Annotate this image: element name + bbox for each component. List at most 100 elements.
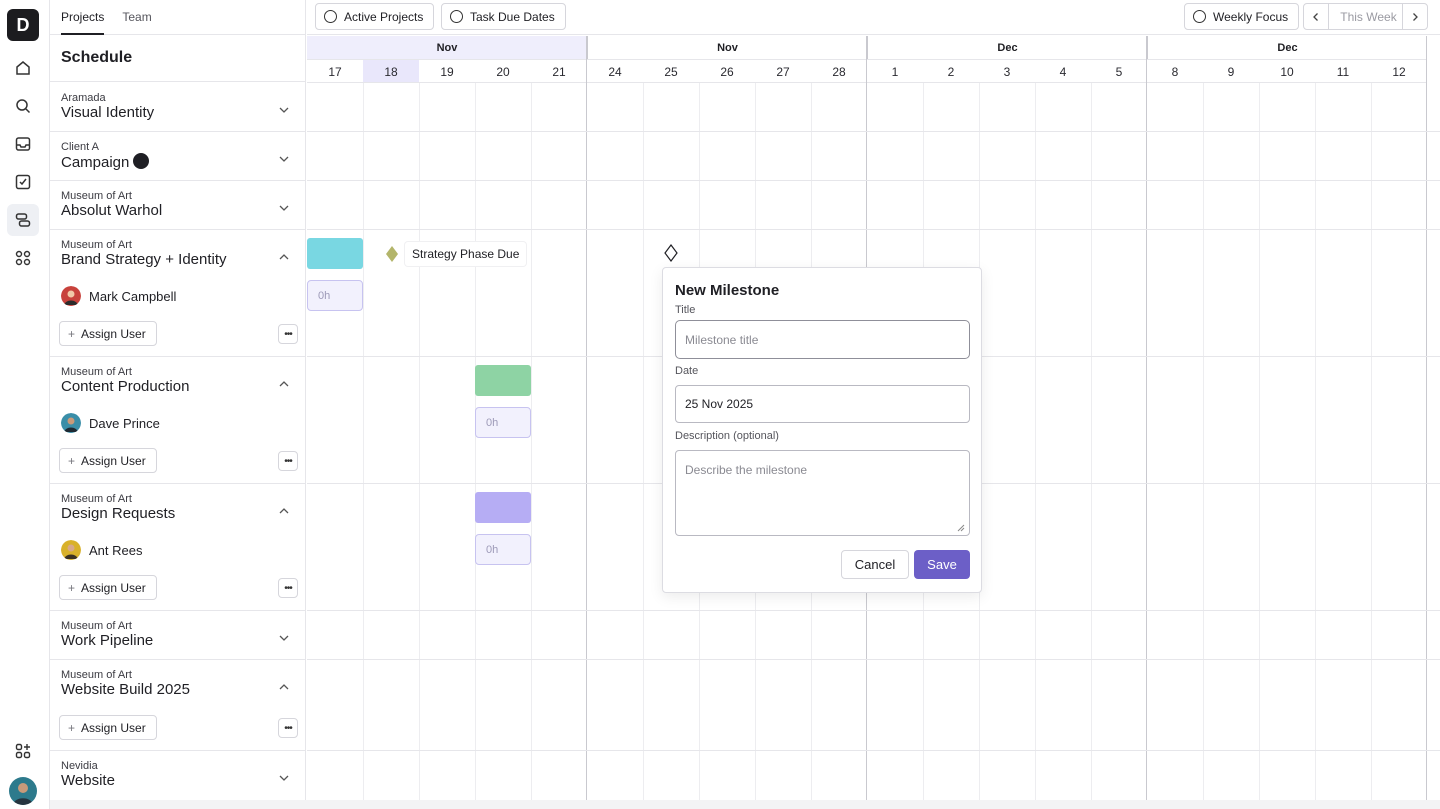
project-name[interactable]: Design Requests <box>61 505 175 522</box>
row-divider <box>307 610 1440 611</box>
project-row: Museum of Art Work Pipeline <box>50 611 305 660</box>
day-header: 1 <box>867 59 923 83</box>
tab-team[interactable]: Team <box>122 0 151 35</box>
month-header: Dec <box>1147 36 1427 59</box>
assign-user-button[interactable]: + Assign User <box>59 715 157 740</box>
project-name[interactable]: Website Build 2025 <box>61 681 190 698</box>
current-user-avatar[interactable] <box>9 777 37 805</box>
row-divider <box>307 659 1440 660</box>
project-row: Museum of Art Brand Strategy + Identity … <box>50 230 305 357</box>
assign-user-button[interactable]: + Assign User <box>59 448 157 473</box>
app-logo[interactable]: D <box>7 9 39 41</box>
assign-user-button[interactable]: + Assign User <box>59 575 157 600</box>
project-name[interactable]: Content Production <box>61 378 189 395</box>
milestone-title-input[interactable] <box>675 320 970 359</box>
hours-cell[interactable]: 0h <box>307 280 363 311</box>
circle-icon <box>324 10 337 23</box>
title-label: Title <box>675 304 696 316</box>
inbox-icon[interactable] <box>7 128 39 160</box>
day-header: 19 <box>419 59 475 83</box>
milestone-label[interactable]: Strategy Phase Due <box>405 242 527 266</box>
assigned-user[interactable]: Ant Rees <box>61 540 142 560</box>
milestone-date-input[interactable] <box>675 385 970 423</box>
project-name[interactable]: Brand Strategy + Identity <box>61 251 227 268</box>
grid-line <box>1035 83 1036 800</box>
project-bar[interactable] <box>475 492 531 523</box>
next-week-button[interactable] <box>1402 3 1428 30</box>
task-due-dates-label: Task Due Dates <box>470 9 555 24</box>
project-name[interactable]: Website <box>61 772 115 789</box>
grid-line <box>1259 83 1260 800</box>
weekly-focus-toggle[interactable]: Weekly Focus <box>1184 3 1300 30</box>
assigned-user[interactable]: Dave Prince <box>61 413 160 433</box>
hours-cell[interactable]: 0h <box>475 534 531 565</box>
project-bar[interactable] <box>475 365 531 396</box>
chevron-down-icon[interactable] <box>278 202 290 214</box>
grid-line <box>419 83 420 800</box>
milestone-diamond-icon[interactable] <box>384 245 400 263</box>
project-client: Museum of Art <box>61 669 132 681</box>
month-header: Dec <box>867 36 1147 59</box>
month-header: Nov <box>587 36 867 59</box>
more-options-button[interactable]: ••• <box>278 718 298 738</box>
horizontal-scrollbar[interactable] <box>50 800 1440 809</box>
chevron-right-icon <box>1413 12 1418 21</box>
tab-projects[interactable]: Projects <box>61 0 105 35</box>
plus-icon: + <box>68 453 76 468</box>
row-divider <box>307 180 1440 181</box>
description-label: Description (optional) <box>675 430 779 442</box>
row-divider <box>307 750 1440 751</box>
day-header: 21 <box>531 59 587 83</box>
save-button[interactable]: Save <box>914 550 970 579</box>
chevron-up-icon[interactable] <box>278 681 290 693</box>
project-name-wrap[interactable]: Campaign <box>61 153 150 171</box>
day-header: 8 <box>1147 59 1203 83</box>
tasks-icon[interactable] <box>7 166 39 198</box>
home-icon[interactable] <box>7 52 39 84</box>
chevron-up-icon[interactable] <box>278 378 290 390</box>
previous-week-button[interactable] <box>1303 3 1329 30</box>
project-row: Aramada Visual Identity <box>50 83 305 132</box>
day-header: 9 <box>1203 59 1259 83</box>
more-options-button[interactable]: ••• <box>278 324 298 344</box>
hours-cell[interactable]: 0h <box>475 407 531 438</box>
schedule-icon[interactable] <box>7 204 39 236</box>
project-name[interactable]: Absolut Warhol <box>61 202 162 219</box>
grid-line <box>1091 83 1092 800</box>
milestone-description-input[interactable] <box>675 450 970 536</box>
assign-user-label: Assign User <box>81 453 146 468</box>
day-header: 28 <box>811 59 867 83</box>
more-options-button[interactable]: ••• <box>278 451 298 471</box>
more-options-button[interactable]: ••• <box>278 578 298 598</box>
task-due-dates-filter[interactable]: Task Due Dates <box>441 3 566 30</box>
projects-sidebar: Projects Team Schedule Aramada Visual Id… <box>50 0 306 800</box>
search-icon[interactable] <box>7 90 39 122</box>
chevron-down-icon[interactable] <box>278 153 290 165</box>
add-widgets-icon[interactable] <box>7 735 39 767</box>
chevron-down-icon[interactable] <box>278 772 290 784</box>
resize-grip-icon[interactable] <box>957 524 965 532</box>
active-projects-filter[interactable]: Active Projects <box>315 3 435 30</box>
chevron-up-icon[interactable] <box>278 251 290 263</box>
chevron-down-icon[interactable] <box>278 104 290 116</box>
assigned-user[interactable]: Mark Campbell <box>61 286 176 306</box>
project-name: Campaign <box>61 154 130 171</box>
grid-line <box>1203 83 1204 800</box>
chevron-down-icon[interactable] <box>278 632 290 644</box>
project-bar[interactable] <box>307 238 363 269</box>
apps-icon[interactable] <box>7 242 39 274</box>
sidebar-tabs: Projects Team <box>50 0 305 35</box>
this-week-button[interactable]: This Week <box>1329 3 1408 30</box>
day-header: 20 <box>475 59 531 83</box>
new-milestone-diamond-icon[interactable] <box>664 244 678 262</box>
project-name[interactable]: Visual Identity <box>61 104 154 121</box>
grid-line <box>475 83 476 800</box>
date-label: Date <box>675 365 699 377</box>
cancel-button[interactable]: Cancel <box>841 550 909 579</box>
assign-user-button[interactable]: + Assign User <box>59 321 157 346</box>
timeline-toolbar: Active Projects Task Due Dates Weekly Fo… <box>307 0 1440 35</box>
chevron-up-icon[interactable] <box>278 505 290 517</box>
day-header: 25 <box>643 59 699 83</box>
project-name[interactable]: Work Pipeline <box>61 632 153 649</box>
weekly-focus-label: Weekly Focus <box>1213 9 1289 24</box>
